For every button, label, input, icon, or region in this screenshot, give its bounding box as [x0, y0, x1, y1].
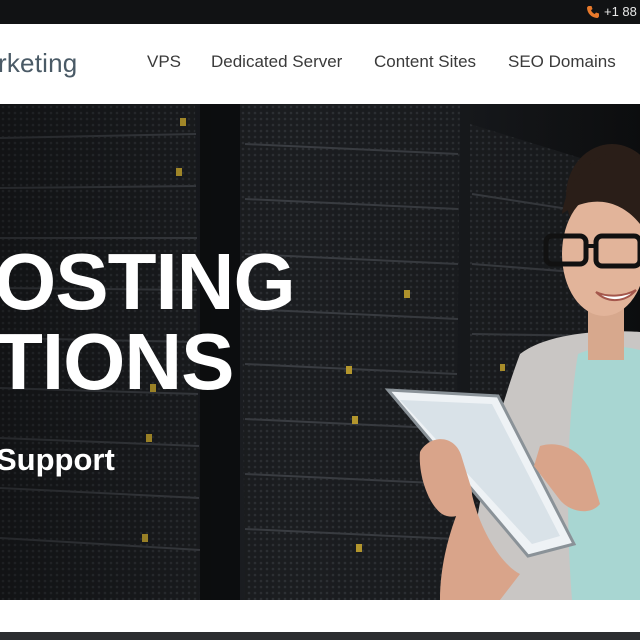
nav-item-vps[interactable]: VPS — [147, 52, 181, 72]
bottom-frame-bar — [0, 632, 640, 640]
phone-number[interactable]: +1 88 — [604, 4, 637, 19]
nav-item-seo-domains[interactable]: SEO Domains — [508, 52, 616, 72]
top-bar: +1 88 — [0, 0, 640, 24]
phone-icon — [587, 6, 599, 18]
logo[interactable]: rketing — [0, 48, 77, 79]
hero-title-line-1: OSTING — [0, 237, 296, 326]
hero-subtitle: Support — [0, 442, 115, 477]
site-header: rketing VPS Dedicated Server Content Sit… — [0, 24, 640, 104]
nav-item-dedicated-server[interactable]: Dedicated Server — [211, 52, 342, 72]
hero-banner: OSTING TIONS Support — [0, 104, 640, 600]
nav-item-content-sites[interactable]: Content Sites — [374, 52, 476, 72]
hero-title-line-2: TIONS — [0, 317, 234, 406]
